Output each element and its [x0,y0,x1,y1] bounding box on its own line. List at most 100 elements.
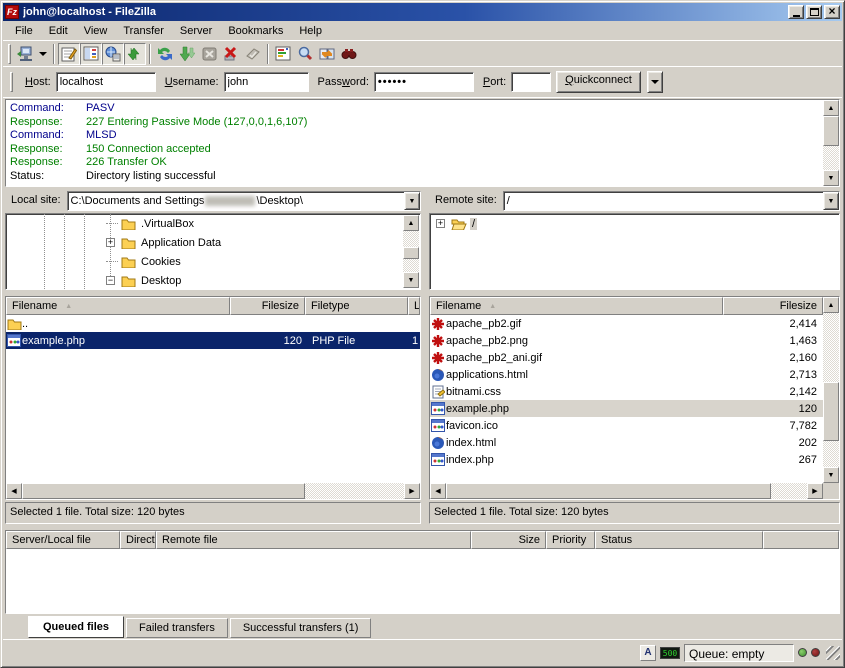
quickconnect-gripper[interactable] [10,72,13,92]
disconnect-button[interactable] [220,43,242,65]
resize-grip[interactable] [826,646,840,660]
tab-queued-files[interactable]: Queued files [28,616,124,638]
local-directory-tree[interactable]: .VirtualBox + Application Data Cookies −… [5,213,421,290]
remote-vertical-scrollbar[interactable]: ▲ ▼ [823,297,839,499]
remote-list-body[interactable]: apache_pb2.gif 2,414 apache_pb2.png 1,46… [430,315,823,483]
scroll-down-icon[interactable]: ▼ [823,170,839,186]
column-header-remote-file[interactable]: Remote file [156,531,471,549]
port-input[interactable] [511,72,551,92]
site-manager-button[interactable] [14,43,36,65]
scroll-down-icon[interactable]: ▼ [823,467,839,483]
toggle-transfer-queue-button[interactable] [124,43,146,65]
scrollbar-thumb[interactable] [823,382,839,441]
username-input[interactable] [224,72,309,92]
maximize-button[interactable] [806,5,822,19]
column-header-direction[interactable]: Directi... [120,531,156,549]
scroll-up-icon[interactable]: ▲ [403,215,419,231]
file-row[interactable]: index.html 202 [430,434,823,451]
host-input[interactable] [56,72,156,92]
file-row[interactable]: index.php 267 [430,451,823,468]
column-header-filetype[interactable]: Filetype [305,297,408,315]
expand-plus-icon[interactable]: + [436,219,445,228]
expand-plus-icon[interactable]: + [106,238,115,247]
column-header-status[interactable]: Status [595,531,763,549]
scroll-up-icon[interactable]: ▲ [823,297,839,313]
cancel-operation-button[interactable] [198,43,220,65]
menu-file[interactable]: File [7,22,41,40]
tree-item-virtualbox[interactable]: .VirtualBox [6,214,420,233]
column-header-priority[interactable]: Priority [546,531,595,549]
menu-view[interactable]: View [76,22,116,40]
menu-edit[interactable]: Edit [41,22,76,40]
scrollbar-thumb[interactable] [22,483,305,499]
toolbar-gripper[interactable] [8,44,11,64]
menu-server[interactable]: Server [172,22,220,40]
tab-successful-transfers[interactable]: Successful transfers (1) [230,618,372,638]
scroll-right-icon[interactable]: ▶ [807,483,823,499]
directory-filter-button[interactable] [272,43,294,65]
local-site-dropdown-icon[interactable]: ▼ [404,192,420,210]
file-row[interactable]: applications.html 2,713 [430,366,823,383]
column-header-filesize[interactable]: Filesize [230,297,305,315]
menu-bookmarks[interactable]: Bookmarks [220,22,291,40]
toggle-message-log-button[interactable] [58,43,80,65]
local-list-body[interactable]: .. example.php 120 PHP File 1 [6,315,420,483]
file-row[interactable]: favicon.ico 7,782 [430,417,823,434]
scroll-right-icon[interactable]: ▶ [404,483,420,499]
file-row-selected[interactable]: example.php 120 PHP File 1 [6,332,420,349]
remote-site-dropdown-icon[interactable]: ▼ [823,192,839,210]
title-bar[interactable]: Fz john@localhost - FileZilla × [3,3,842,21]
find-files-button[interactable] [338,43,360,65]
data-type-indicator-icon[interactable]: A [640,645,656,661]
file-row[interactable]: apache_pb2_ani.gif 2,160 [430,349,823,366]
column-header-filesize[interactable]: Filesize [723,297,823,315]
toggle-local-tree-button[interactable] [80,43,102,65]
refresh-button[interactable] [154,43,176,65]
remote-directory-tree[interactable]: + / [429,213,840,290]
synchronized-browsing-button[interactable] [316,43,338,65]
scroll-left-icon[interactable]: ◀ [6,483,22,499]
quickconnect-button[interactable]: Quickconnect [556,71,641,93]
file-row[interactable]: apache_pb2.png 1,463 [430,332,823,349]
log-scrollbar[interactable]: ▲ ▼ [823,100,839,186]
collapse-minus-icon[interactable]: − [106,276,115,285]
reconnect-button[interactable] [242,43,264,65]
directory-comparison-button[interactable] [294,43,316,65]
minimize-button[interactable] [788,5,804,19]
scroll-down-icon[interactable]: ▼ [403,272,419,288]
local-horizontal-scrollbar[interactable]: ◀ ▶ [6,483,420,499]
file-row[interactable]: apache_pb2.gif 2,414 [430,315,823,332]
remote-horizontal-scrollbar[interactable]: ◀ ▶ [430,483,823,499]
process-queue-button[interactable] [176,43,198,65]
file-row[interactable]: bitnami.css 2,142 [430,383,823,400]
column-header-filename[interactable]: Filename▲ [430,297,723,315]
column-header-filename[interactable]: Filename▲ [6,297,230,315]
toggle-remote-tree-button[interactable] [102,43,124,65]
queue-body[interactable] [6,549,839,613]
quickconnect-dropdown-button[interactable] [647,71,663,93]
column-header-size[interactable]: Size [471,531,546,549]
close-button[interactable]: × [824,5,840,19]
menu-transfer[interactable]: Transfer [115,22,172,40]
local-site-combo[interactable]: C:\Documents and Settings\Desktop\ ▼ [67,191,421,211]
message-log[interactable]: Command:PASV Response:227 Entering Passi… [5,99,840,187]
scrollbar-thumb[interactable] [446,483,771,499]
column-header-server-local-file[interactable]: Server/Local file [6,531,120,549]
file-row-selected[interactable]: example.php 120 [430,400,823,417]
tab-failed-transfers[interactable]: Failed transfers [126,618,228,638]
scroll-left-icon[interactable]: ◀ [430,483,446,499]
speed-limit-icon[interactable]: 500 [660,647,680,659]
scrollbar-thumb[interactable] [823,116,839,146]
password-input[interactable] [374,72,474,92]
tree-item-desktop[interactable]: − Desktop [6,271,420,290]
site-manager-dropdown-button[interactable] [36,43,50,65]
local-tree-scrollbar[interactable]: ▲ ▼ [403,215,419,288]
tree-item-cookies[interactable]: Cookies [6,252,420,271]
remote-site-combo[interactable]: / ▼ [503,191,840,211]
scrollbar-thumb[interactable] [403,247,419,258]
tree-item-root[interactable]: + / [430,214,839,233]
tree-item-application-data[interactable]: + Application Data [6,233,420,252]
scroll-up-icon[interactable]: ▲ [823,100,839,116]
column-header-last-modified[interactable]: L [408,297,420,315]
menu-help[interactable]: Help [291,22,330,40]
